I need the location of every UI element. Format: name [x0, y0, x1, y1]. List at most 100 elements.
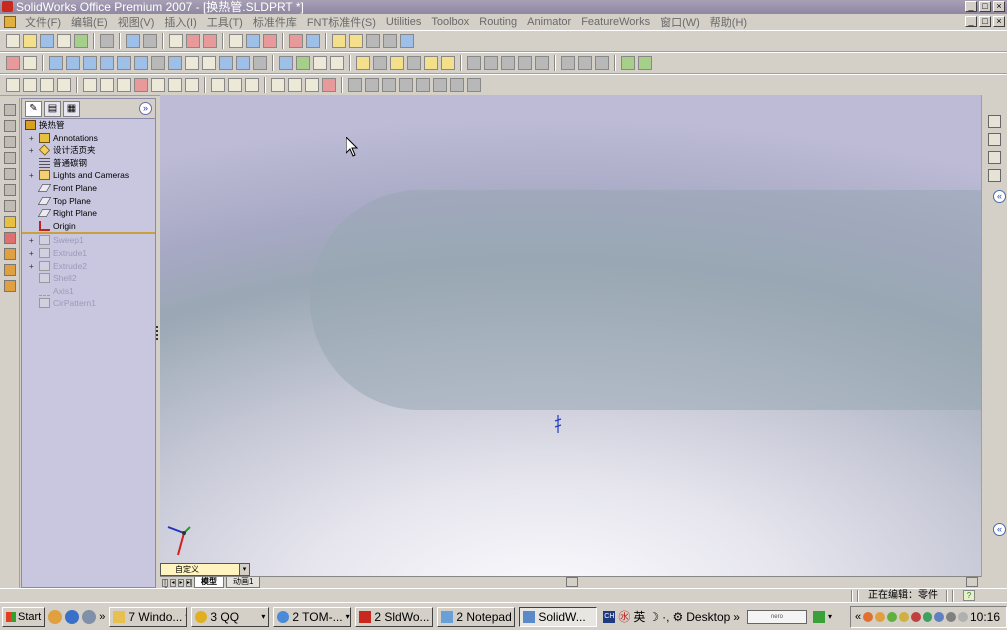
- expand-task-pane-icon[interactable]: «: [993, 190, 1006, 203]
- menu-insert[interactable]: 插入(I): [159, 14, 201, 30]
- view-palette-icon[interactable]: [988, 169, 1001, 182]
- tools-icon[interactable]: [322, 78, 336, 92]
- draft-icon[interactable]: [484, 56, 498, 70]
- menu-tools[interactable]: 工具(T): [202, 14, 248, 30]
- pin-icon[interactable]: [57, 78, 71, 92]
- zoom-area-icon[interactable]: [66, 56, 80, 70]
- task-sldworks[interactable]: 2 SldWo... ▾: [355, 606, 434, 627]
- tree-item-part[interactable]: 换热管: [22, 119, 155, 132]
- fold-icon[interactable]: [450, 78, 464, 92]
- chamfer-icon[interactable]: [441, 56, 455, 70]
- document-icon[interactable]: [4, 16, 16, 28]
- sheet-metal-icon[interactable]: [348, 78, 362, 92]
- gear-icon[interactable]: [245, 78, 259, 92]
- options-icon[interactable]: [246, 34, 260, 48]
- tree-item-lights-cameras[interactable]: + Lights and Cameras: [22, 169, 155, 182]
- sweep-strip-icon[interactable]: [4, 168, 16, 180]
- key-icon[interactable]: [40, 78, 54, 92]
- reference-geometry-icon[interactable]: [621, 56, 635, 70]
- tree-item-cirpattern1[interactable]: CirPattern1: [22, 297, 155, 310]
- washer-icon[interactable]: [151, 78, 165, 92]
- menu-utilities[interactable]: Utilities: [381, 16, 426, 28]
- shell-strip-icon[interactable]: [4, 200, 16, 212]
- graphics-viewport[interactable]: [160, 95, 981, 577]
- mate-icon[interactable]: [6, 78, 20, 92]
- clock[interactable]: 10:16: [970, 610, 1000, 624]
- task-notepad[interactable]: 2 Notepad ▾: [437, 606, 516, 627]
- tree-item-extrude2[interactable]: + Extrude2: [22, 260, 155, 273]
- extrude-boss-icon[interactable]: [356, 56, 370, 70]
- hidden-lines-icon[interactable]: [185, 56, 199, 70]
- tree-item-design-binder[interactable]: + 设计活页夹: [22, 144, 155, 157]
- menu-standard-library[interactable]: 标准件库: [248, 14, 302, 30]
- task-windows-explorer[interactable]: 7 Windo... ▾: [109, 606, 188, 627]
- previous-view-icon[interactable]: [151, 56, 165, 70]
- print-icon[interactable]: [57, 34, 71, 48]
- menu-window[interactable]: 窗口(W): [655, 14, 705, 30]
- menu-animator[interactable]: Animator: [522, 16, 576, 28]
- zoom-selection-icon[interactable]: [100, 56, 114, 70]
- ime-icon[interactable]: CH: [603, 610, 616, 623]
- tray-network-icon[interactable]: [886, 612, 897, 622]
- doc-close-button[interactable]: ×: [993, 16, 1005, 27]
- shaded-icon[interactable]: [219, 56, 233, 70]
- wireframe-icon[interactable]: [168, 56, 182, 70]
- moon-icon[interactable]: ☽: [648, 610, 659, 624]
- layer-strip-icon[interactable]: [4, 248, 16, 260]
- tree-item-shell2[interactable]: Shell2: [22, 272, 155, 285]
- menu-fnt-standard[interactable]: FNT标准件(S): [302, 14, 381, 30]
- open-icon[interactable]: [23, 34, 37, 48]
- expand-toggle[interactable]: +: [29, 172, 36, 180]
- tree-item-sweep1[interactable]: + Sweep1: [22, 234, 155, 247]
- circular-pattern-icon[interactable]: [578, 56, 592, 70]
- spring-icon[interactable]: [117, 78, 131, 92]
- expand-toggle[interactable]: +: [29, 262, 36, 270]
- annotation-strip-icon[interactable]: [4, 216, 16, 228]
- sketch-strip-icon[interactable]: [4, 120, 16, 132]
- edge-flange-icon[interactable]: [382, 78, 396, 92]
- select-icon[interactable]: [169, 34, 183, 48]
- file-explorer-icon[interactable]: [988, 151, 1001, 164]
- push-pin-icon[interactable]: [6, 56, 20, 70]
- photo-icon[interactable]: [332, 34, 346, 48]
- help-icon[interactable]: [349, 34, 363, 48]
- expand-toggle[interactable]: +: [29, 249, 36, 257]
- undo-icon[interactable]: [126, 34, 140, 48]
- jog-icon[interactable]: [416, 78, 430, 92]
- sweep-feature-icon[interactable]: [390, 56, 404, 70]
- tree-item-material[interactable]: 普通碳钢: [22, 157, 155, 170]
- expand-toggle[interactable]: +: [29, 147, 36, 155]
- expand-toggle[interactable]: +: [29, 134, 36, 142]
- task-qq[interactable]: 3 QQ ▾: [191, 606, 270, 627]
- minimize-button[interactable]: _: [965, 1, 977, 12]
- new-icon[interactable]: [6, 34, 20, 48]
- hide-show-icon[interactable]: [313, 56, 327, 70]
- tab-configuration-manager[interactable]: ▦: [63, 100, 80, 117]
- shadows-icon[interactable]: [236, 56, 250, 70]
- menu-toolbox[interactable]: Toolbox: [426, 16, 474, 28]
- dome-icon[interactable]: [518, 56, 532, 70]
- toolbox-icon[interactable]: [366, 34, 380, 48]
- mirror-icon[interactable]: [595, 56, 609, 70]
- tray-shield-icon[interactable]: [875, 612, 885, 622]
- tab-last-icon[interactable]: ▸|: [186, 578, 192, 587]
- nero-search-box[interactable]: nero: [746, 609, 807, 624]
- tree-item-axis1[interactable]: Axis1: [22, 285, 155, 298]
- wrap-icon[interactable]: [535, 56, 549, 70]
- select-other-icon[interactable]: [186, 34, 200, 48]
- chain-icon[interactable]: [288, 78, 302, 92]
- tray-security-icon[interactable]: [910, 612, 921, 622]
- tree-item-extrude1[interactable]: + Extrude1: [22, 247, 155, 260]
- grid-icon[interactable]: [229, 34, 243, 48]
- quicklaunch-media-icon[interactable]: [48, 609, 63, 624]
- feature-icon[interactable]: [289, 34, 303, 48]
- curves-icon[interactable]: [638, 56, 652, 70]
- tree-item-right-plane[interactable]: Right Plane: [22, 207, 155, 220]
- unfold-icon[interactable]: [433, 78, 447, 92]
- menu-help[interactable]: 帮助(H): [705, 14, 752, 30]
- desktop-overflow-icon[interactable]: »: [733, 610, 740, 624]
- menu-view[interactable]: 视图(V): [113, 14, 160, 30]
- tree-item-origin[interactable]: Origin: [22, 220, 155, 233]
- ime-mode-icon[interactable]: ㊌: [618, 608, 630, 625]
- pan-icon[interactable]: [134, 56, 148, 70]
